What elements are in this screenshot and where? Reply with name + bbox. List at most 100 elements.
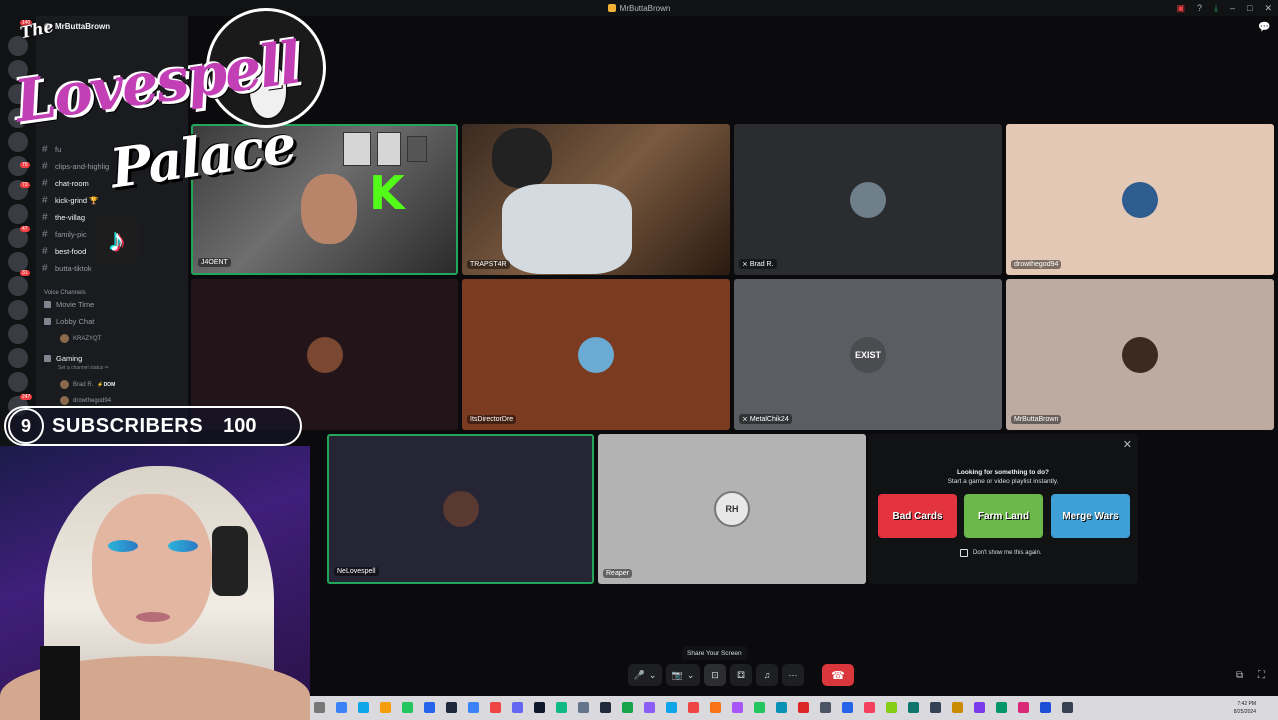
- participant-tile[interactable]: RH Reaper: [598, 434, 866, 584]
- taskbar-app-icon[interactable]: [534, 702, 545, 713]
- taskbar-app-icon[interactable]: [688, 702, 699, 713]
- channel-status[interactable]: Set a channel status ✏: [58, 365, 109, 371]
- taskbar-app-icon[interactable]: [600, 702, 611, 713]
- taskbar-app-icon[interactable]: [732, 702, 743, 713]
- taskbar-clock[interactable]: 7:42 PM 8/25/2024: [1234, 700, 1256, 716]
- taskbar-app-icon[interactable]: [798, 702, 809, 713]
- participant-tile[interactable]: drowthegod94: [1006, 124, 1274, 275]
- voice-user[interactable]: Brad R. ⚡DOM: [60, 380, 115, 389]
- server-icon[interactable]: [8, 204, 28, 224]
- server-icon[interactable]: [8, 252, 28, 272]
- taskbar-app-icon[interactable]: [512, 702, 523, 713]
- server-header[interactable]: MrButtaBrown: [44, 22, 110, 31]
- taskbar-app-icon[interactable]: [446, 702, 457, 713]
- taskbar-app-icon[interactable]: [710, 702, 721, 713]
- server-icon[interactable]: [8, 324, 28, 344]
- taskbar-app-icon[interactable]: [622, 702, 633, 713]
- server-icon[interactable]: [8, 132, 28, 152]
- taskbar-app-icon[interactable]: [1040, 702, 1051, 713]
- taskbar-app-icon[interactable]: [490, 702, 501, 713]
- channel-item[interactable]: # best-food: [42, 246, 86, 257]
- taskbar-app-icon[interactable]: [1062, 702, 1073, 713]
- participant-tile[interactable]: TRAPST4R: [462, 124, 730, 275]
- game-card[interactable]: Farm Land: [964, 494, 1043, 538]
- taskbar-app-icon[interactable]: [842, 702, 853, 713]
- taskbar-app-icon[interactable]: [556, 702, 567, 713]
- dont-show-checkbox[interactable]: Don't show me this again.: [960, 549, 1042, 557]
- participant-tile[interactable]: ItsDirectorDre: [462, 279, 730, 430]
- taskbar-app-icon[interactable]: [644, 702, 655, 713]
- participant-tile[interactable]: NeLovespell: [327, 434, 594, 584]
- chevron-down-icon[interactable]: ⌄: [649, 670, 657, 681]
- help-icon[interactable]: ?: [1197, 3, 1202, 13]
- channel-item[interactable]: # butta-tiktok: [42, 263, 92, 274]
- taskbar-app-icon[interactable]: [864, 702, 875, 713]
- soundboard-button[interactable]: ♫: [756, 664, 778, 686]
- taskbar-app-icon[interactable]: [402, 702, 413, 713]
- voice-user[interactable]: KRAZYQT: [60, 334, 101, 343]
- activity-button[interactable]: ⚃: [730, 664, 752, 686]
- taskbar-app-icon[interactable]: [776, 702, 787, 713]
- person-video: [502, 184, 632, 274]
- taskbar-app-icon[interactable]: [886, 702, 897, 713]
- voice-channel[interactable]: Movie Time: [44, 300, 94, 309]
- maximize-button[interactable]: □: [1247, 3, 1252, 13]
- channel-item[interactable]: # kick-grind 🏆: [42, 195, 99, 206]
- close-icon[interactable]: ✕: [1123, 438, 1132, 451]
- taskbar-app-icon[interactable]: [952, 702, 963, 713]
- server-icon[interactable]: [8, 348, 28, 368]
- chat-icon[interactable]: 💬: [1258, 22, 1270, 33]
- taskbar-app-icon[interactable]: [908, 702, 919, 713]
- mic-button[interactable]: 🎤 ⌄: [628, 664, 662, 686]
- server-icon[interactable]: [8, 84, 28, 104]
- taskbar-app-icon[interactable]: [666, 702, 677, 713]
- taskbar-app-icon[interactable]: [1018, 702, 1029, 713]
- voice-category[interactable]: Voice Channels: [44, 290, 86, 296]
- game-card[interactable]: Bad Cards: [878, 494, 957, 538]
- server-icon[interactable]: [8, 36, 28, 56]
- taskbar-app-icon[interactable]: [336, 702, 347, 713]
- game-card[interactable]: Merge Wars: [1051, 494, 1130, 538]
- inbox-icon[interactable]: ▣: [1176, 3, 1185, 14]
- download-icon[interactable]: ⤓: [1214, 3, 1218, 14]
- taskbar-app-icon[interactable]: [996, 702, 1007, 713]
- channel-item[interactable]: # the-villag: [42, 212, 85, 223]
- minimize-button[interactable]: –: [1230, 3, 1235, 13]
- taskbar-app-icon[interactable]: [424, 702, 435, 713]
- server-icon[interactable]: [8, 60, 28, 80]
- participant-tile[interactable]: EXIST ⨯ MetalChik24: [734, 279, 1002, 430]
- participant-tile[interactable]: ⨯ Brad R.: [734, 124, 1002, 275]
- channel-item[interactable]: # fu: [42, 144, 61, 155]
- close-button[interactable]: ✕: [1264, 3, 1272, 14]
- taskbar-app-icon[interactable]: [930, 702, 941, 713]
- taskbar-app-icon[interactable]: [314, 702, 325, 713]
- fullscreen-icon[interactable]: ⛶: [1258, 670, 1265, 681]
- server-icon[interactable]: [8, 300, 28, 320]
- taskbar-app-icon[interactable]: [380, 702, 391, 713]
- voice-channel[interactable]: Lobby Chat: [44, 317, 94, 326]
- disconnect-button[interactable]: ☎: [822, 664, 854, 686]
- server-icon[interactable]: [8, 276, 28, 296]
- taskbar-app-icon[interactable]: [974, 702, 985, 713]
- voice-channel[interactable]: Gaming: [44, 354, 82, 363]
- server-icon[interactable]: [8, 372, 28, 392]
- popout-icon[interactable]: ⧉: [1236, 670, 1243, 681]
- taskbar-app-icon[interactable]: [358, 702, 369, 713]
- share-screen-button[interactable]: ⊡: [704, 664, 726, 686]
- voice-user[interactable]: drowthegod94: [60, 396, 111, 405]
- participant-tile[interactable]: K J4OENT: [191, 124, 458, 275]
- taskbar-app-icon[interactable]: [754, 702, 765, 713]
- participant-tile[interactable]: MrButtaBrown: [1006, 279, 1274, 430]
- channel-item[interactable]: # family-pic: [42, 229, 87, 240]
- channel-item[interactable]: # chat-room: [42, 178, 89, 189]
- avatar: [306, 336, 343, 373]
- channel-item[interactable]: # clips-and-highlig: [42, 161, 109, 172]
- camera-button[interactable]: 📷 ⌄: [666, 664, 700, 686]
- chevron-down-icon[interactable]: ⌄: [687, 670, 695, 681]
- checkbox-icon[interactable]: [960, 549, 968, 557]
- server-icon[interactable]: [8, 108, 28, 128]
- taskbar-app-icon[interactable]: [468, 702, 479, 713]
- taskbar-app-icon[interactable]: [578, 702, 589, 713]
- taskbar-app-icon[interactable]: [820, 702, 831, 713]
- more-button[interactable]: ⋯: [782, 664, 804, 686]
